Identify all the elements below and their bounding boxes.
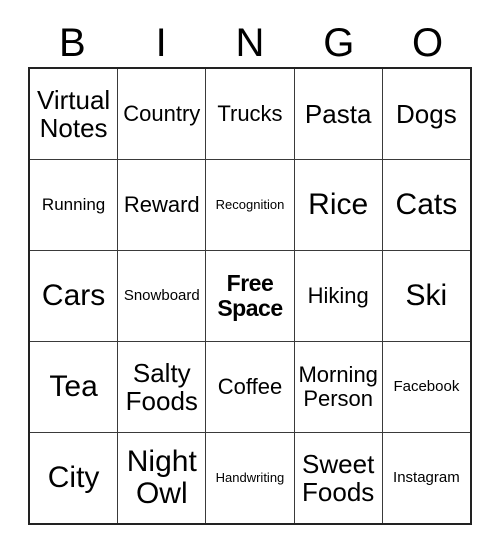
bingo-cell[interactable]: Night Owl [117, 432, 207, 525]
bingo-row: Cars Snowboard Free Space Hiking Ski [28, 250, 472, 342]
bingo-cell[interactable]: Virtual Notes [28, 67, 119, 160]
bingo-cell[interactable]: Sweet Foods [293, 432, 383, 525]
bingo-cell[interactable]: Instagram [381, 432, 472, 525]
bingo-cell[interactable]: Country [117, 67, 207, 160]
bingo-row: Virtual Notes Country Trucks Pasta Dogs [28, 67, 472, 160]
bingo-cell[interactable]: Cars [28, 250, 119, 342]
bingo-cell[interactable]: Handwriting [205, 432, 295, 525]
bingo-cell[interactable]: Pasta [293, 67, 383, 160]
bingo-cell[interactable]: Rice [293, 159, 383, 251]
bingo-cell[interactable]: Coffee [205, 341, 295, 433]
bingo-cell[interactable]: Reward [117, 159, 207, 251]
bingo-cell[interactable]: Trucks [205, 67, 295, 160]
header-letter-i: I [155, 20, 167, 65]
bingo-grid: Virtual Notes Country Trucks Pasta Dogs … [28, 67, 472, 525]
bingo-cell[interactable]: Facebook [381, 341, 472, 433]
header-letter-g: G [323, 20, 355, 65]
bingo-row: City Night Owl Handwriting Sweet Foods I… [28, 432, 472, 525]
bingo-cell[interactable]: Snowboard [117, 250, 207, 342]
bingo-row: Tea Salty Foods Coffee Morning Person Fa… [28, 341, 472, 433]
bingo-row: Running Reward Recognition Rice Cats [28, 159, 472, 251]
bingo-cell[interactable]: Ski [381, 250, 472, 342]
bingo-cell[interactable]: Tea [28, 341, 119, 433]
bingo-cell[interactable]: Salty Foods [117, 341, 207, 433]
bingo-cell[interactable]: City [28, 432, 119, 525]
bingo-cell-free-space[interactable]: Free Space [205, 250, 295, 342]
bingo-cell[interactable]: Recognition [205, 159, 295, 251]
bingo-card: B I N G O Virtual Notes Country Trucks P… [28, 18, 472, 525]
bingo-cell[interactable]: Cats [381, 159, 472, 251]
header-letter-b: B [59, 20, 86, 65]
bingo-cell[interactable]: Running [28, 159, 119, 251]
bingo-cell[interactable]: Hiking [293, 250, 383, 342]
bingo-header: B I N G O [28, 18, 472, 67]
bingo-cell[interactable]: Dogs [381, 67, 472, 160]
header-letter-n: N [235, 20, 265, 65]
header-letter-o: O [412, 20, 444, 65]
bingo-cell[interactable]: Morning Person [293, 341, 383, 433]
